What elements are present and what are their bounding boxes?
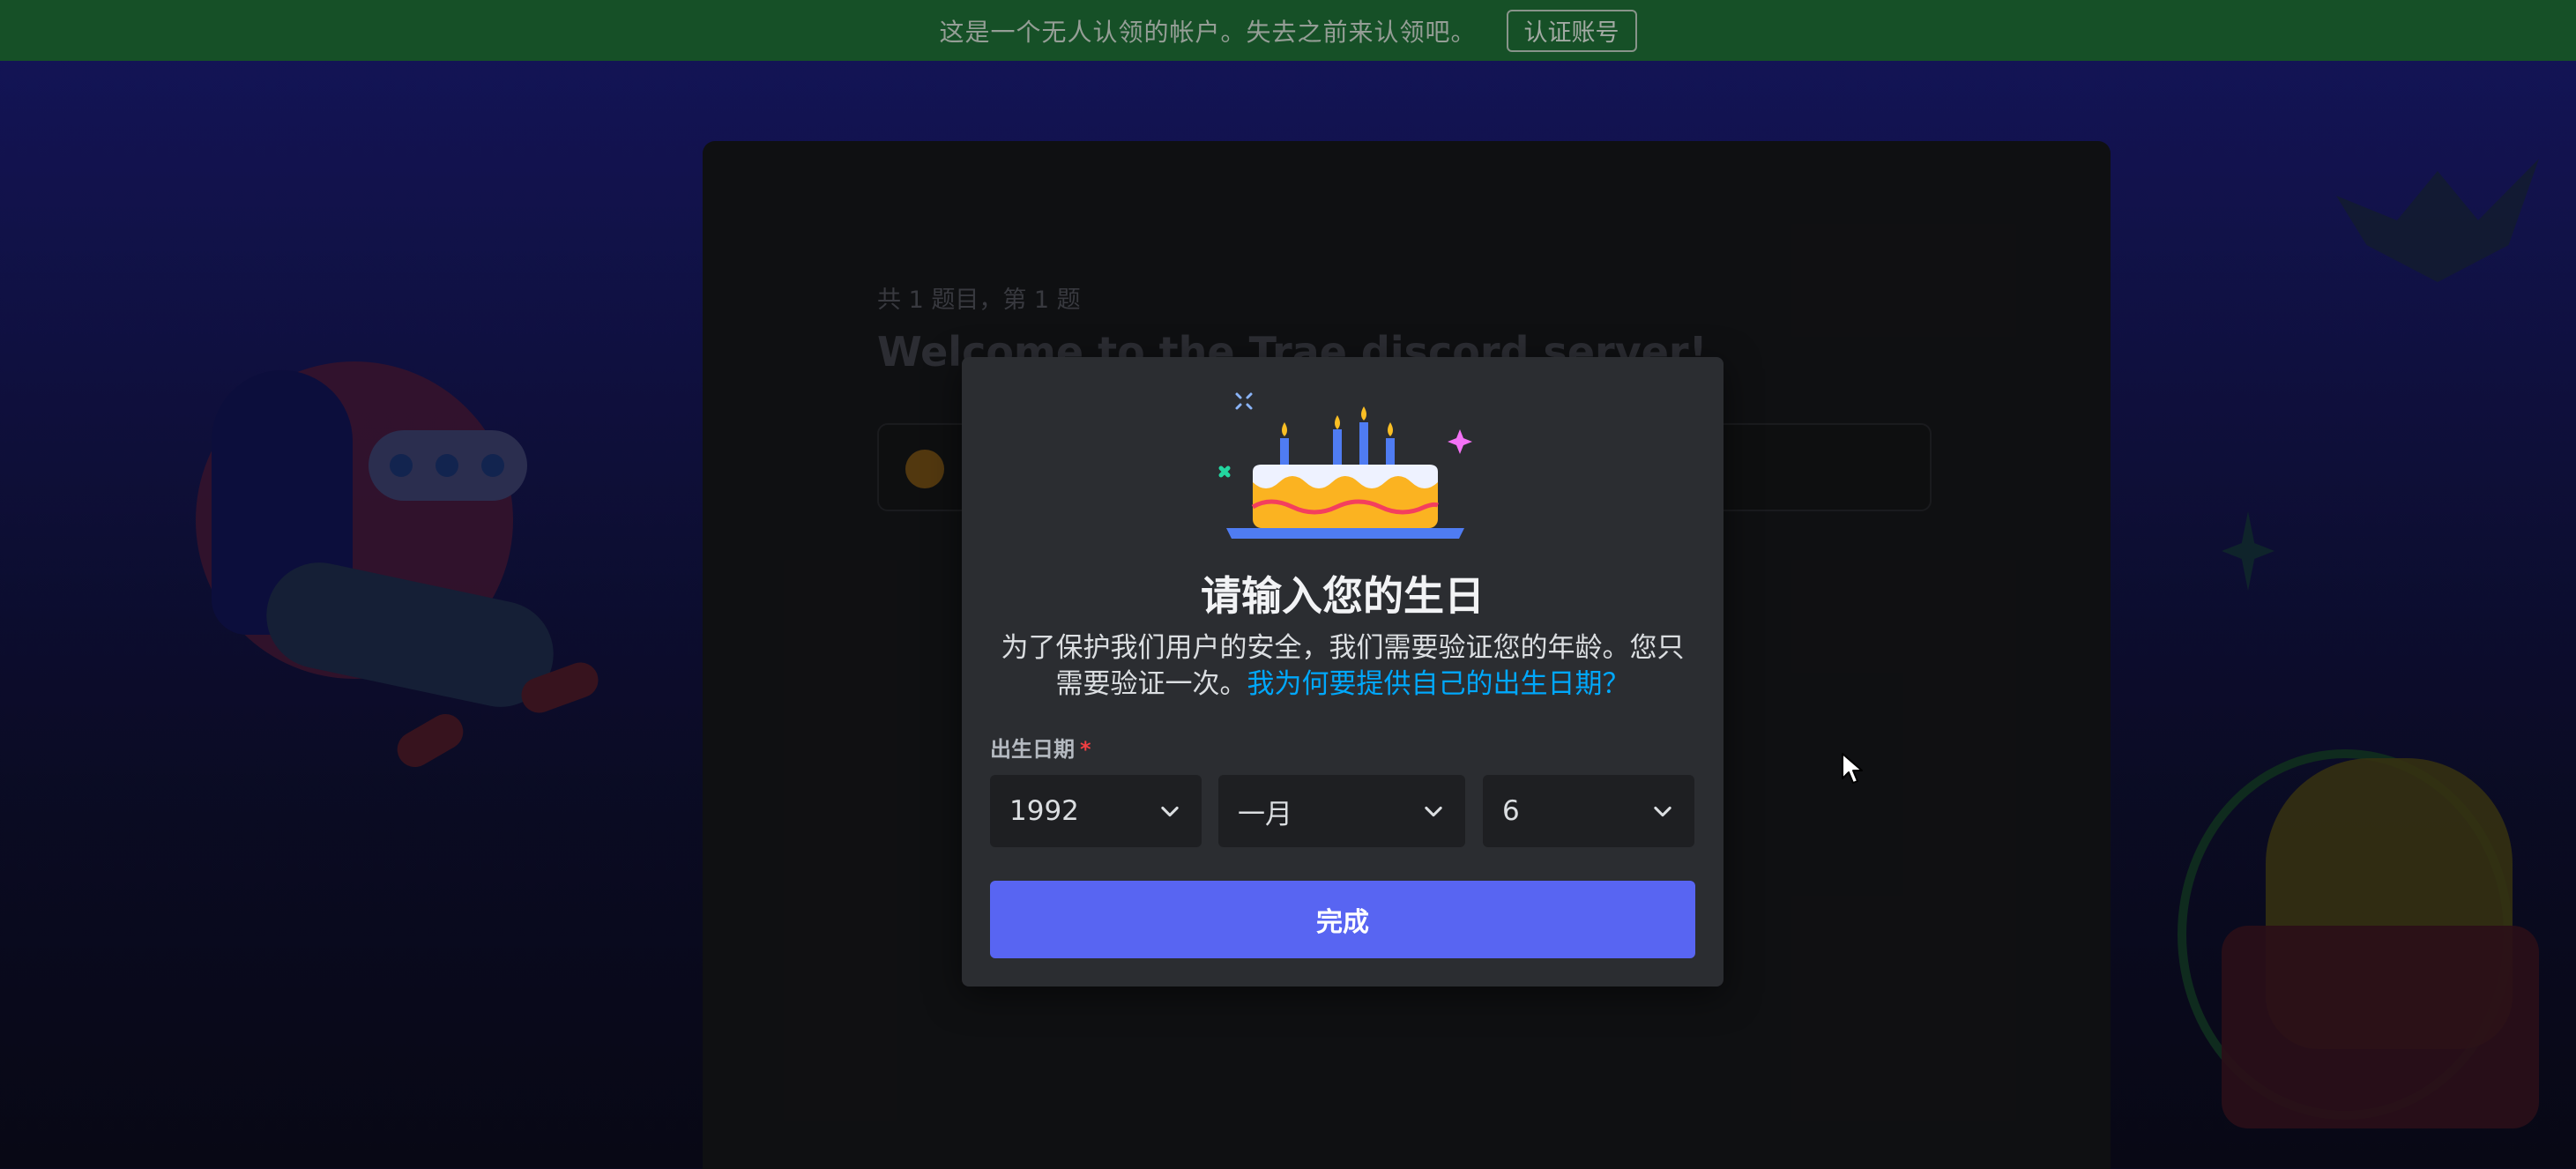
- month-select[interactable]: 一月: [1218, 775, 1465, 847]
- birthday-cake-icon: [1218, 392, 1472, 539]
- modal-description: 为了保护我们用户的安全，我们需要验证您的年龄。您只需要验证一次。我为何要提供自己…: [988, 630, 1697, 703]
- modal-title: 请输入您的生日: [1201, 572, 1485, 620]
- chevron-down-icon: [1425, 806, 1442, 817]
- mouse-cursor-icon: [1842, 753, 1863, 784]
- dob-label: 出生日期 *: [990, 732, 1091, 763]
- chevron-down-icon: [1161, 806, 1179, 817]
- month-value: 一月: [1238, 798, 1292, 830]
- chevron-down-icon: [1654, 806, 1671, 817]
- day-value: 6: [1502, 795, 1520, 827]
- done-button[interactable]: 完成: [990, 881, 1695, 958]
- dob-label-text: 出生日期: [990, 737, 1075, 762]
- why-birthday-link[interactable]: 我为何要提供自己的出生日期？: [1247, 668, 1630, 700]
- required-indicator: *: [1080, 737, 1091, 762]
- day-select[interactable]: 6: [1483, 775, 1694, 847]
- birthday-modal: 请输入您的生日 为了保护我们用户的安全，我们需要验证您的年龄。您只需要验证一次。…: [962, 357, 1724, 987]
- year-select[interactable]: 1992: [990, 775, 1202, 847]
- year-value: 1992: [1009, 795, 1079, 827]
